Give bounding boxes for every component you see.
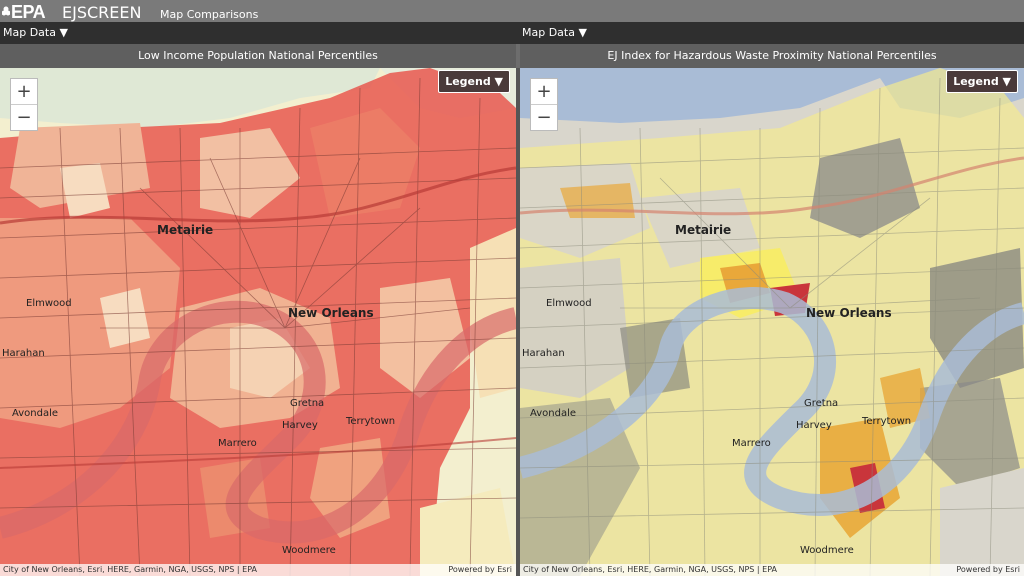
label-marrero: Marrero bbox=[218, 438, 257, 449]
label-metairie: Metairie bbox=[675, 223, 732, 237]
left-zoom-out-button[interactable]: − bbox=[11, 104, 37, 130]
logo-text: EPA bbox=[11, 2, 46, 22]
label-gretna: Gretna bbox=[290, 398, 325, 409]
label-gretna: Gretna bbox=[804, 398, 839, 409]
right-zoom-in-button[interactable]: + bbox=[531, 79, 557, 104]
right-map-toolbar: Map Data ▼ bbox=[518, 22, 1024, 44]
left-map[interactable]: + − Legend ▼ Metairie New Orleans Elmwoo… bbox=[0, 68, 516, 576]
app-header: EPA EJSCREEN Map Comparisons bbox=[0, 0, 1024, 22]
label-avondale: Avondale bbox=[12, 408, 59, 419]
label-marrero: Marrero bbox=[732, 438, 771, 449]
left-map-attribution: City of New Orleans, Esri, HERE, Garmin,… bbox=[0, 564, 516, 576]
label-harvey: Harvey bbox=[796, 420, 832, 431]
label-terrytown: Terrytown bbox=[862, 416, 912, 427]
label-harahan: Harahan bbox=[2, 348, 45, 359]
right-map-title: EJ Index for Hazardous Waste Proximity N… bbox=[520, 44, 1024, 68]
label-harahan: Harahan bbox=[522, 348, 565, 359]
left-map-canvas[interactable] bbox=[0, 68, 516, 576]
label-woodmere: Woodmere bbox=[800, 545, 854, 556]
left-legend-button[interactable]: Legend ▼ bbox=[438, 70, 510, 93]
right-attribution-text: City of New Orleans, Esri, HERE, Garmin,… bbox=[523, 565, 777, 574]
left-map-data-dropdown[interactable]: Map Data ▼ bbox=[0, 26, 68, 39]
label-harvey: Harvey bbox=[282, 420, 318, 431]
left-powered-by[interactable]: Powered by Esri bbox=[448, 564, 512, 576]
label-metairie: Metairie bbox=[157, 223, 214, 237]
label-elmwood: Elmwood bbox=[26, 298, 72, 309]
left-attribution-text: City of New Orleans, Esri, HERE, Garmin,… bbox=[3, 565, 257, 574]
app-name: EJSCREEN bbox=[62, 3, 142, 22]
right-zoom-control: + − bbox=[530, 78, 558, 131]
label-terrytown: Terrytown bbox=[346, 416, 396, 427]
left-map-title: Low Income Population National Percentil… bbox=[0, 44, 516, 68]
label-new-orleans: New Orleans bbox=[806, 306, 892, 320]
epa-flower-icon bbox=[2, 6, 10, 16]
left-map-toolbar: Map Data ▼ bbox=[0, 22, 518, 44]
right-map[interactable]: + − Legend ▼ Metairie New Orleans Elmwoo… bbox=[520, 68, 1024, 576]
left-zoom-control: + − bbox=[10, 78, 38, 131]
label-new-orleans: New Orleans bbox=[288, 306, 374, 320]
right-map-canvas[interactable] bbox=[520, 68, 1024, 576]
label-woodmere: Woodmere bbox=[282, 545, 336, 556]
left-zoom-in-button[interactable]: + bbox=[11, 79, 37, 104]
label-avondale: Avondale bbox=[530, 408, 577, 419]
right-map-data-dropdown[interactable]: Map Data ▼ bbox=[518, 26, 587, 39]
page-title: Map Comparisons bbox=[160, 8, 259, 21]
label-elmwood: Elmwood bbox=[546, 298, 592, 309]
right-powered-by[interactable]: Powered by Esri bbox=[956, 564, 1020, 576]
epa-logo: EPA bbox=[2, 2, 46, 23]
right-legend-button[interactable]: Legend ▼ bbox=[946, 70, 1018, 93]
right-zoom-out-button[interactable]: − bbox=[531, 104, 557, 130]
right-map-attribution: City of New Orleans, Esri, HERE, Garmin,… bbox=[520, 564, 1024, 576]
